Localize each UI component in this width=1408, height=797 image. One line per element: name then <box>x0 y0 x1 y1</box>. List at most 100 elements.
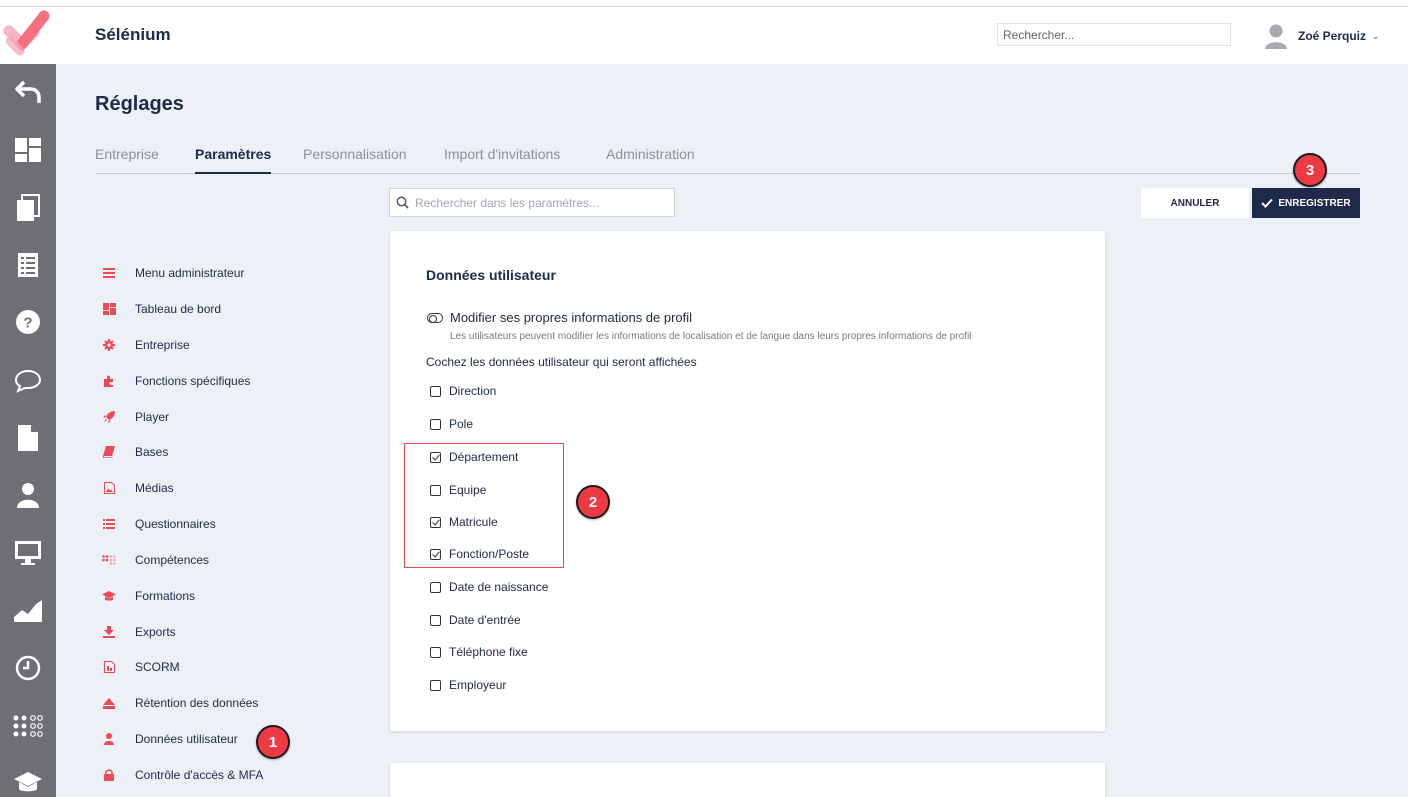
field-checkbox-telephone-fixe[interactable]: Téléphone fixe <box>430 643 528 661</box>
nav-item-fonctions-specifiques[interactable]: Fonctions spécifiques <box>101 371 250 391</box>
document-icon[interactable] <box>0 418 56 458</box>
nav-item-label: Données utilisateur <box>135 732 238 746</box>
book-icon <box>101 444 117 460</box>
chart-icon[interactable] <box>0 591 56 631</box>
nav-item-label: SCORM <box>135 660 180 674</box>
user-icon <box>101 731 117 747</box>
checkbox-label: Equipe <box>449 483 487 497</box>
nav-item-controle-acces-mfa[interactable]: Contrôle d'accès & MFA <box>101 765 263 785</box>
window-top-strip <box>0 0 1408 7</box>
user-menu[interactable]: Zoé Perquiz ⌄ <box>1264 21 1380 51</box>
field-checkbox-fonction-poste[interactable]: Fonction/Poste <box>430 545 529 563</box>
copy-icon[interactable] <box>0 188 56 228</box>
checkbox[interactable] <box>430 679 441 691</box>
checkbox[interactable] <box>430 484 441 496</box>
nav-item-donnees-utilisateur[interactable]: Données utilisateur <box>101 729 238 749</box>
checkbox-label: Direction <box>449 384 497 398</box>
check-icon <box>1261 198 1274 208</box>
chat-icon[interactable] <box>0 361 56 401</box>
card-title: Données utilisateur <box>426 267 556 283</box>
checkbox-label: Date d'entrée <box>449 613 521 627</box>
settings-tabs: Entreprise Paramètres Personnalisation I… <box>95 146 1360 174</box>
nav-item-entreprise[interactable]: Entreprise <box>101 335 190 355</box>
cancel-button[interactable]: ANNULER <box>1141 188 1249 218</box>
chevron-down-icon: ⌄ <box>1372 30 1380 41</box>
nav-item-formations[interactable]: Formations <box>101 586 195 606</box>
tab-administration[interactable]: Administration <box>606 146 695 174</box>
nav-item-label: Player <box>135 410 170 424</box>
settings-search-box <box>389 188 675 217</box>
user-icon[interactable] <box>0 475 56 515</box>
rocket-icon <box>101 409 117 425</box>
nav-item-bases[interactable]: Bases <box>101 442 168 462</box>
monitor-icon[interactable] <box>0 533 56 573</box>
save-button[interactable]: ENREGISTRER <box>1252 188 1360 218</box>
save-button-label: ENREGISTRER <box>1278 197 1351 209</box>
field-checkbox-pole[interactable]: Pole <box>430 415 473 433</box>
top-bar: Sélénium Zoé Perquiz ⌄ <box>0 7 1408 64</box>
nav-item-label: Entreprise <box>135 338 190 352</box>
list-icon[interactable] <box>0 245 56 285</box>
nav-item-medias[interactable]: Médias <box>101 478 174 498</box>
nav-item-competences[interactable]: Compétences <box>101 550 209 570</box>
checkbox[interactable] <box>430 451 441 463</box>
menu-icon <box>101 265 117 281</box>
tab-import-invitations[interactable]: Import d'invitations <box>444 146 560 174</box>
checkbox[interactable] <box>430 581 441 593</box>
clock-icon[interactable] <box>0 648 56 688</box>
nav-item-label: Tableau de bord <box>135 302 222 316</box>
nav-item-label: Rétention des données <box>135 696 259 710</box>
dashboard-icon[interactable] <box>0 130 56 170</box>
help-icon[interactable]: ? <box>0 302 56 342</box>
nav-item-retention-donnees[interactable]: Rétention des données <box>101 693 258 713</box>
dots-icon[interactable] <box>0 706 56 746</box>
nav-item-scorm[interactable]: SCORM <box>101 657 180 677</box>
graduation-icon[interactable] <box>0 763 56 797</box>
nav-item-questionnaires[interactable]: Questionnaires <box>101 514 216 534</box>
checkbox[interactable] <box>430 418 441 430</box>
tab-parametres[interactable]: Paramètres <box>195 146 272 174</box>
svg-text:?: ? <box>23 315 32 332</box>
user-data-settings-card: Données utilisateur Modifier ses propres… <box>390 231 1105 731</box>
tab-entreprise[interactable]: Entreprise <box>95 146 159 174</box>
checkbox-label: Employeur <box>449 678 507 692</box>
page-title: Réglages <box>95 93 184 115</box>
toggle-switch[interactable] <box>427 312 443 323</box>
edit-own-profile-toggle[interactable]: Modifier ses propres informations de pro… <box>427 310 692 325</box>
nav-item-menu-administrateur[interactable]: Menu administrateur <box>101 263 244 283</box>
nav-item-player[interactable]: Player <box>101 407 169 427</box>
field-checkbox-direction[interactable]: Direction <box>430 382 496 400</box>
toggle-label: Modifier ses propres informations de pro… <box>450 310 693 325</box>
dots-icon <box>101 552 117 568</box>
nav-item-exports[interactable]: Exports <box>101 622 176 642</box>
avatar <box>1265 24 1287 49</box>
left-rail: ? <box>0 64 56 797</box>
annotation-marker-2: 2 <box>576 485 610 519</box>
checkbox[interactable] <box>430 516 441 528</box>
checkbox[interactable] <box>430 385 441 397</box>
field-checkbox-date-entree[interactable]: Date d'entrée <box>430 611 521 629</box>
field-checkbox-departement[interactable]: Département <box>430 448 518 466</box>
field-checkbox-equipe[interactable]: Equipe <box>430 481 486 499</box>
field-checkbox-date-naissance[interactable]: Date de naissance <box>430 578 548 596</box>
checkbox[interactable] <box>430 646 441 658</box>
global-search-input[interactable] <box>997 23 1231 46</box>
nav-item-tableau-de-bord[interactable]: Tableau de bord <box>101 299 221 319</box>
nav-item-label: Menu administrateur <box>135 266 245 280</box>
checkbox[interactable] <box>430 548 441 560</box>
puzzle-icon <box>101 373 117 389</box>
nav-item-label: Questionnaires <box>135 517 216 531</box>
app-title: Sélénium <box>95 25 171 44</box>
checkbox[interactable] <box>430 614 441 626</box>
annotation-marker-1: 1 <box>256 725 290 759</box>
tab-personnalisation[interactable]: Personnalisation <box>303 146 407 174</box>
graduation-icon <box>101 588 117 604</box>
back-icon[interactable] <box>0 72 56 112</box>
field-checkbox-employeur[interactable]: Employeur <box>430 676 506 694</box>
nav-item-label: Médias <box>135 481 174 495</box>
app-logo[interactable] <box>0 7 56 64</box>
checkbox-label: Département <box>449 450 519 464</box>
dashboard-icon <box>101 301 117 317</box>
settings-search-input[interactable] <box>415 195 665 210</box>
field-checkbox-matricule[interactable]: Matricule <box>430 513 498 531</box>
